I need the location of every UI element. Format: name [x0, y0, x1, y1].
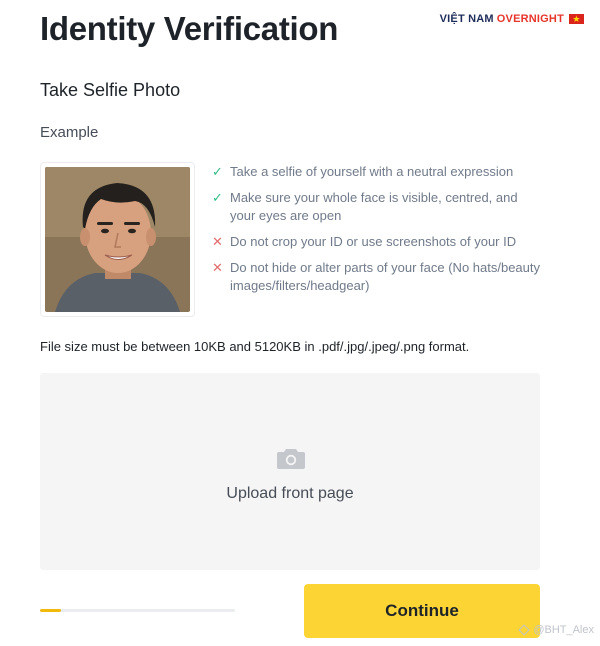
example-selfie-image: [40, 162, 195, 317]
progress-bar: [40, 609, 235, 612]
section-title: Take Selfie Photo: [40, 80, 181, 100]
continue-button[interactable]: Continue: [304, 584, 540, 638]
file-size-note: File size must be between 10KB and 5120K…: [40, 339, 470, 354]
brand-name-part2: OVERNIGHT: [496, 13, 564, 25]
rule-item: ✕ Do not crop your ID or use screenshots…: [212, 233, 542, 251]
brand-name-part1: VIỆT NAM: [439, 13, 494, 25]
rule-item: ✓ Make sure your whole face is visible, …: [212, 189, 542, 225]
upload-dropzone[interactable]: [40, 373, 540, 570]
page-title: Identity Verification: [40, 10, 339, 47]
selfie-rules-list: ✓ Take a selfie of yourself with a neutr…: [212, 163, 542, 303]
rule-text: Make sure your whole face is visible, ce…: [230, 190, 518, 223]
upload-label[interactable]: Upload front page: [40, 485, 540, 503]
rule-text: Do not hide or alter parts of your face …: [230, 260, 541, 293]
example-label: Example: [40, 124, 99, 141]
vietnam-flag-icon: [569, 11, 584, 27]
watermark-logo-icon: [518, 624, 530, 636]
check-icon: ✓: [212, 190, 223, 205]
brand-logo: VIỆT NAM OVERNIGHT: [439, 11, 584, 27]
watermark-text: @BHT_Alex: [533, 624, 594, 636]
cross-icon: ✕: [212, 260, 223, 275]
progress-fill: [40, 609, 62, 612]
rule-item: ✕ Do not hide or alter parts of your fac…: [212, 259, 542, 295]
rule-text: Take a selfie of yourself with a neutral…: [230, 164, 514, 179]
selfie-portrait-illustration: [45, 167, 190, 312]
camera-icon[interactable]: [277, 447, 305, 469]
rule-item: ✓ Take a selfie of yourself with a neutr…: [212, 163, 542, 181]
check-icon: ✓: [212, 164, 223, 179]
cross-icon: ✕: [212, 234, 223, 249]
rule-text: Do not crop your ID or use screenshots o…: [230, 234, 517, 249]
watermark: @BHT_Alex: [518, 624, 594, 636]
